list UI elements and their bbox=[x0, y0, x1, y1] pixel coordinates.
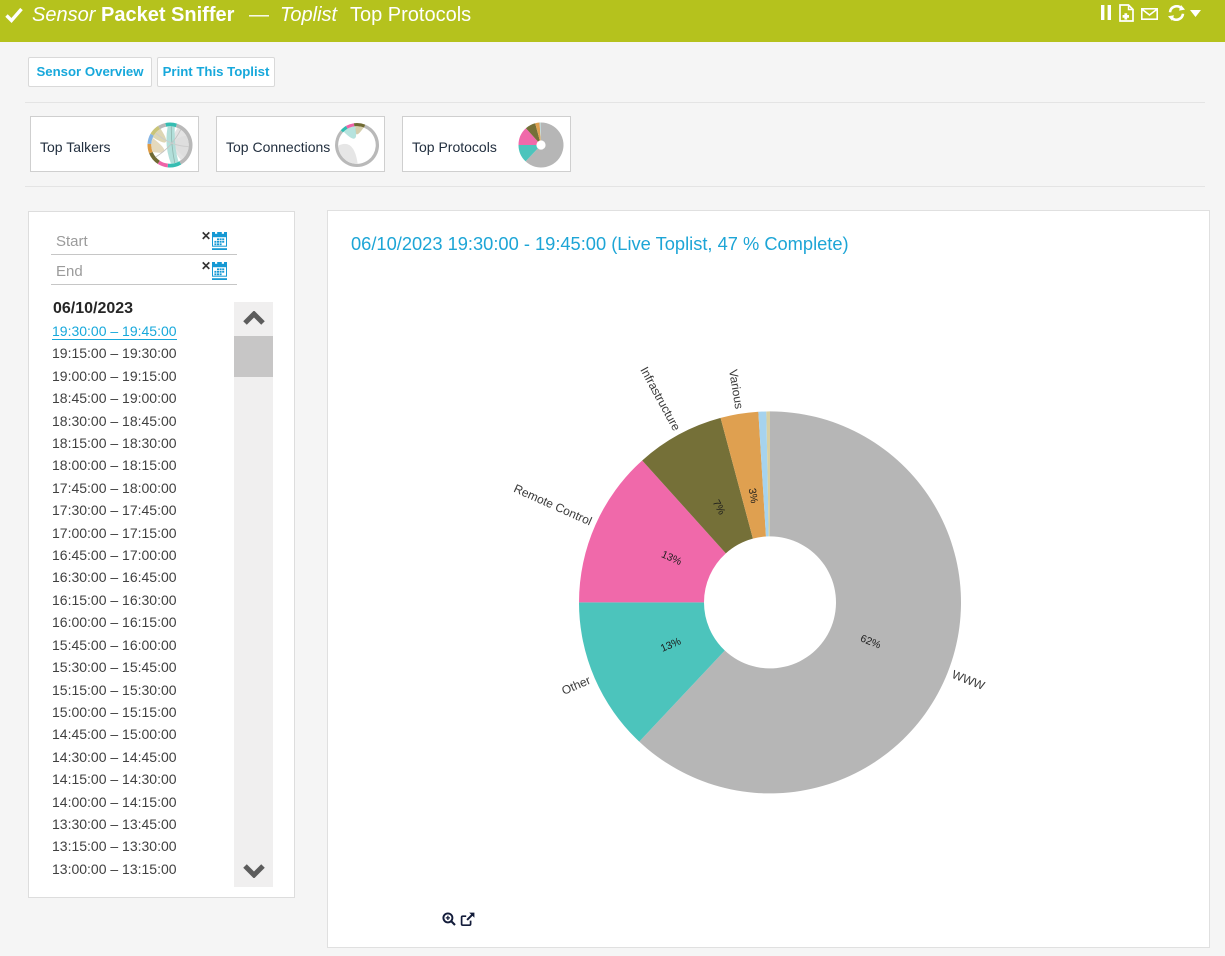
svg-text:Other: Other bbox=[559, 673, 592, 698]
svg-text:Infrastructure: Infrastructure bbox=[637, 364, 683, 433]
svg-text:Various: Various bbox=[726, 368, 746, 410]
svg-text:3%: 3% bbox=[746, 487, 760, 504]
svg-text:Remote Control: Remote Control bbox=[512, 481, 594, 528]
svg-text:WWW: WWW bbox=[950, 667, 987, 693]
